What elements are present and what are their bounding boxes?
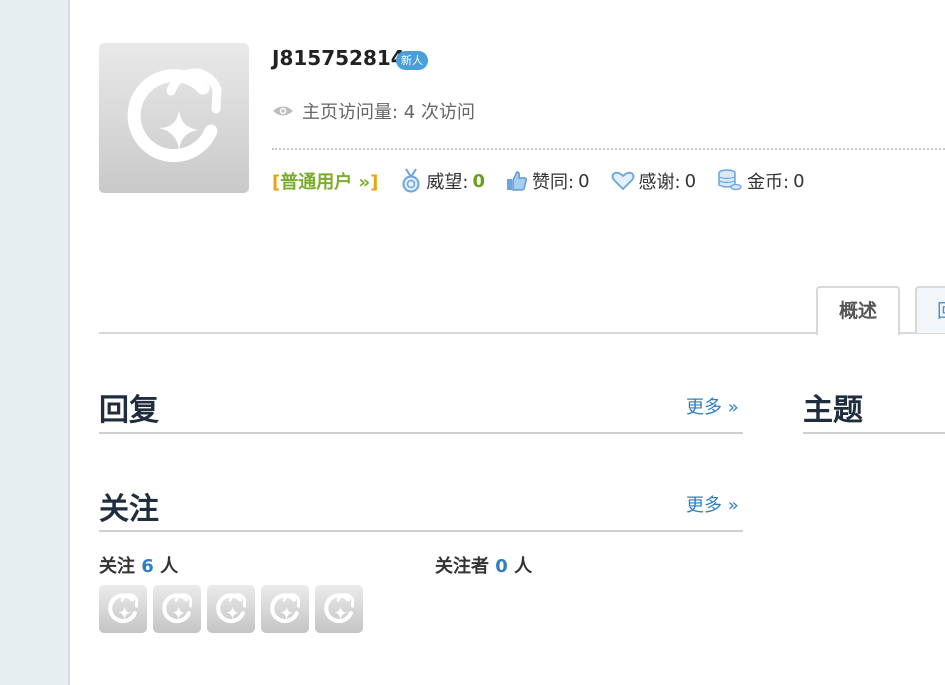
replies-more-link[interactable]: 更多 » [686, 393, 739, 419]
thumbs-up-icon [506, 171, 528, 191]
visits-text: 主页访问量: 4 次访问 [302, 102, 475, 123]
left-sidebar-gutter [0, 0, 70, 685]
user-avatar[interactable] [99, 43, 249, 193]
profile-visits: 主页访问量: 4 次访问 [272, 98, 475, 124]
default-avatar-logo-icon [261, 585, 309, 633]
thanks-stat: 感谢: 0 [611, 168, 697, 194]
user-stats: [普通用户 »] 威望: 0 赞同: 0 感谢: 0 金币: 0 [272, 168, 826, 194]
coins-label: 金币: [747, 172, 790, 193]
default-avatar-logo-icon [99, 585, 147, 633]
prestige-stat: 威望: 0 [400, 168, 485, 194]
likes-label: 赞同: [531, 172, 575, 193]
coins-icon [718, 169, 742, 191]
prestige-label: 威望: [426, 172, 469, 193]
tab-replies[interactable]: 回 [915, 286, 945, 333]
likes-value: 0 [578, 170, 590, 192]
coins-value: 0 [793, 170, 805, 192]
tab-overview[interactable]: 概述 [816, 286, 900, 335]
default-avatar-logo-icon [207, 585, 255, 633]
profile-divider [272, 148, 945, 150]
user-group-link[interactable]: [普通用户 »] [272, 168, 378, 194]
eye-icon [273, 106, 293, 116]
new-user-badge: 新人 [396, 51, 428, 70]
following-count: 关注 6 人 [99, 556, 179, 577]
following-avatar[interactable] [153, 585, 201, 633]
prestige-value: 0 [472, 170, 485, 192]
replies-section-title: 回复 [99, 393, 159, 428]
following-avatar[interactable] [207, 585, 255, 633]
coins-stat: 金币: 0 [717, 168, 805, 194]
replies-section-rule [99, 432, 743, 434]
thanks-value: 0 [684, 170, 697, 192]
likes-stat: 赞同: 0 [506, 168, 590, 194]
following-avatar[interactable] [261, 585, 309, 633]
follow-section-title: 关注 [99, 492, 159, 527]
default-avatar-logo-icon [99, 43, 249, 193]
following-avatar[interactable] [315, 585, 363, 633]
thanks-label: 感谢: [638, 172, 681, 193]
followers-count: 关注者 0 人 [435, 556, 533, 577]
follow-more-link[interactable]: 更多 » [686, 491, 739, 517]
username[interactable]: J815752814 [272, 46, 405, 70]
default-avatar-logo-icon [153, 585, 201, 633]
heart-icon [611, 171, 634, 191]
follow-section-rule [99, 530, 743, 532]
topics-section-title: 主题 [803, 393, 863, 428]
medal-icon [402, 168, 420, 193]
default-avatar-logo-icon [315, 585, 363, 633]
following-avatar[interactable] [99, 585, 147, 633]
topics-section-rule [803, 432, 945, 434]
